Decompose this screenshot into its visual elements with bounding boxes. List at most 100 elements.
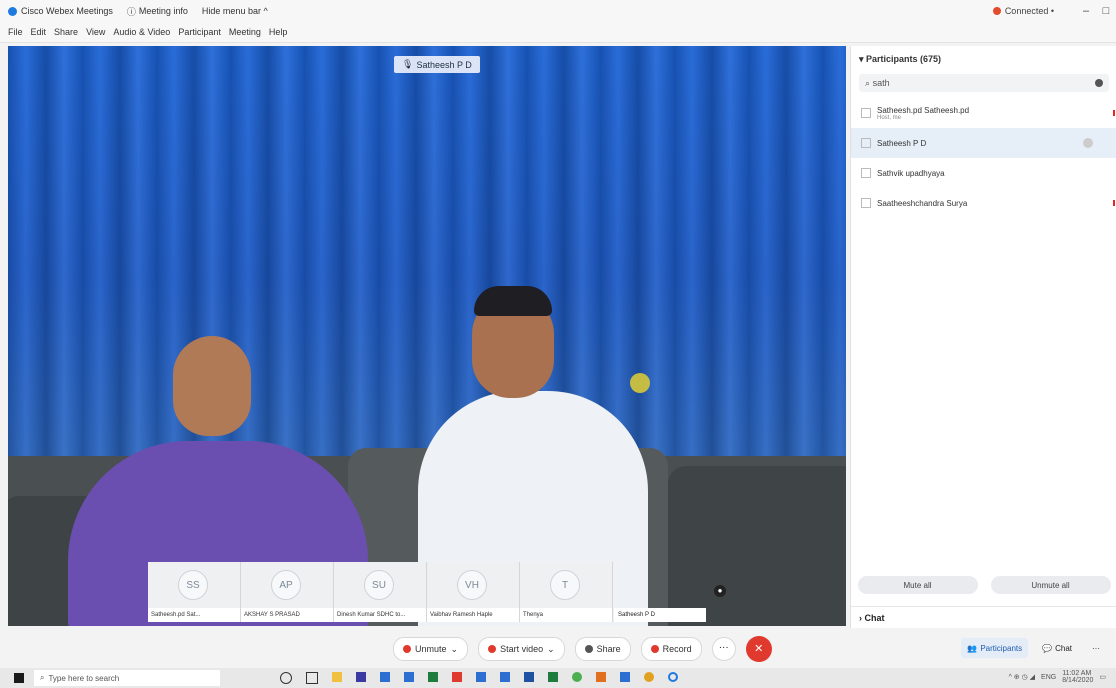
chat-toggle-button[interactable]: 💬 Chat — [1036, 638, 1078, 658]
app-icon[interactable] — [452, 672, 462, 682]
person-left-head — [173, 336, 251, 436]
minimize-button[interactable]: – — [1076, 5, 1096, 17]
list-item[interactable]: Saatheeshchandra Surya — [851, 188, 1116, 218]
chat-icon: 💬 — [1042, 643, 1053, 653]
clock[interactable]: 11:02 AM 8/14/2020 — [1062, 670, 1093, 684]
overflow-button[interactable]: ··· — [1086, 638, 1106, 658]
record-label: Record — [662, 644, 692, 654]
avatar: T — [550, 570, 580, 600]
control-buttons: Unmute ⌄ Start video ⌄ Share Record ··· … — [393, 636, 772, 662]
list-item[interactable]: Satheesh P D — [851, 128, 1116, 158]
main-video[interactable]: 🎙 Satheesh P D — [8, 46, 846, 626]
tray-icons[interactable]: ^ ⊕ ◷ ◢ — [1009, 673, 1035, 681]
taskbar-search[interactable]: ⌕ Type here to search — [34, 670, 220, 686]
meeting-info-button[interactable]: ⓘ Meeting info — [127, 5, 188, 18]
share-button[interactable]: Share — [574, 637, 631, 661]
taskbar-search-placeholder: Type here to search — [48, 673, 120, 683]
participant-role: Host, me — [877, 114, 902, 121]
notification-icon[interactable]: ▭ — [1099, 673, 1106, 681]
list-item[interactable]: Sathvik upadhyaya — [851, 158, 1116, 188]
participant-thumbnail[interactable]: SU Dinesh Kumar SDHC to... — [334, 562, 427, 622]
webex-taskbar-icon[interactable] — [668, 672, 678, 682]
participant-info: Satheesh.pd Satheesh.pd Host, me — [877, 106, 969, 121]
participant-search[interactable]: ⌕ sath — [859, 74, 1109, 92]
list-item[interactable]: Satheesh.pd Satheesh.pd Host, me — [851, 98, 1116, 128]
participant-name: Saatheeshchandra Surya — [877, 198, 968, 208]
background-curtain — [8, 46, 846, 516]
participant-list: Satheesh.pd Satheesh.pd Host, me Sathees… — [851, 98, 1116, 218]
participants-header[interactable]: ▾ Participants (675) — [851, 46, 1116, 72]
file-explorer-icon[interactable] — [332, 672, 342, 682]
windows-start-icon[interactable] — [14, 673, 24, 683]
muted-indicator-icon — [1113, 110, 1115, 116]
avatar — [861, 168, 871, 178]
avatar: AP — [271, 570, 301, 600]
record-button[interactable]: Record — [640, 637, 702, 661]
thumbnail-caption: AKSHAY S PRASAD — [241, 608, 333, 622]
language-indicator[interactable]: ENG — [1041, 674, 1056, 681]
chat-header[interactable]: › Chat — [851, 606, 1116, 628]
app-icon[interactable] — [428, 672, 438, 682]
hide-menu-button[interactable]: Hide menu bar ^ — [202, 6, 268, 16]
search-input[interactable]: sath — [873, 78, 890, 88]
menu-file[interactable]: File — [8, 27, 23, 37]
microphone-icon: 🎙 — [402, 59, 414, 69]
clock-date: 8/14/2020 — [1062, 677, 1094, 684]
panel-toggles: 👥 Participants 💬 Chat ··· — [961, 638, 1106, 658]
meeting-controls: Unmute ⌄ Start video ⌄ Share Record ··· … — [0, 628, 1116, 668]
menu-edit[interactable]: Edit — [31, 27, 47, 37]
thumbnail-caption: Thenya — [520, 608, 612, 622]
cortana-icon[interactable] — [280, 672, 292, 684]
participant-name: Satheesh.pd Satheesh.pd — [877, 105, 970, 115]
search-icon: ⌕ — [40, 673, 45, 682]
mute-all-button[interactable]: Mute all — [857, 576, 978, 594]
menu-audio-video[interactable]: Audio & Video — [113, 27, 170, 37]
task-view-icon[interactable] — [306, 672, 318, 684]
unmute-label: Unmute — [415, 644, 447, 654]
menu-view[interactable]: View — [86, 27, 105, 37]
app-icon[interactable] — [404, 672, 414, 682]
app-icon[interactable] — [500, 672, 510, 682]
app-icon[interactable] — [596, 672, 606, 682]
end-meeting-button[interactable]: ✕ — [745, 636, 772, 662]
participants-toggle-button[interactable]: 👥 Participants — [961, 638, 1029, 658]
participant-thumbnail[interactable]: T Thenya — [520, 562, 613, 622]
layout-toggle-button[interactable]: ● — [714, 585, 726, 597]
app-icon[interactable] — [572, 672, 582, 682]
app-icon[interactable] — [620, 672, 630, 682]
connection-status[interactable]: Connected • — [992, 6, 1054, 16]
webex-logo-icon — [8, 6, 17, 16]
participant-thumbnail[interactable]: SS Satheesh.pd Sat... — [148, 562, 241, 622]
participant-thumbnail[interactable]: AP AKSHAY S PRASAD — [241, 562, 334, 622]
more-options-button[interactable]: ··· — [711, 637, 736, 661]
app-icon[interactable] — [548, 672, 558, 682]
unmute-button[interactable]: Unmute ⌄ — [393, 637, 469, 661]
menu-help[interactable]: Help — [269, 27, 288, 37]
restore-button[interactable]: □ — [1096, 5, 1116, 17]
title-bar: Cisco Webex Meetings ⓘ Meeting info Hide… — [0, 0, 1116, 22]
chrome-icon[interactable] — [644, 672, 654, 682]
app-icon[interactable] — [524, 672, 534, 682]
person-right-hair — [474, 286, 552, 316]
thumbnail-caption: Satheesh.pd Sat... — [148, 608, 240, 622]
unmute-all-button[interactable]: Unmute all — [990, 576, 1111, 594]
status-dot-icon — [992, 7, 1001, 15]
mute-controls: Mute all Unmute all — [851, 576, 1116, 594]
menu-meeting[interactable]: Meeting — [229, 27, 261, 37]
app-icon[interactable] — [356, 672, 366, 682]
app-icon[interactable] — [380, 672, 390, 682]
start-video-button[interactable]: Start video ⌄ — [478, 637, 565, 661]
participant-options-icon[interactable] — [1083, 138, 1093, 148]
avatar — [861, 198, 871, 208]
clear-search-icon[interactable] — [1095, 79, 1103, 87]
record-icon — [650, 645, 659, 653]
participant-name: Sathvik upadhyaya — [877, 168, 945, 178]
self-view-caption[interactable]: Satheesh P D — [614, 608, 706, 622]
menu-share[interactable]: Share — [54, 27, 78, 37]
chat-title: Chat — [864, 612, 885, 623]
participant-thumbnail[interactable]: VH Vaibhav Ramesh Haple — [427, 562, 520, 622]
windows-taskbar: ⌕ Type here to search ^ ⊕ ◷ ◢ ENG 11:02 … — [0, 668, 1116, 688]
app-icon[interactable] — [476, 672, 486, 682]
participant-name: Satheesh P D — [877, 138, 927, 148]
menu-participant[interactable]: Participant — [178, 27, 221, 37]
